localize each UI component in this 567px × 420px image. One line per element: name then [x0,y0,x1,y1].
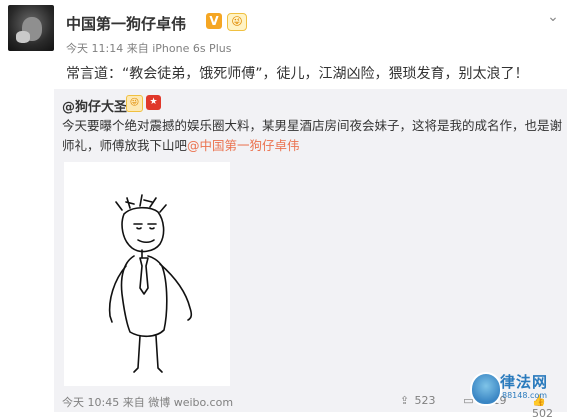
watermark-name: 律法网 [500,373,549,391]
avatar[interactable] [8,5,54,51]
watermark-domain: 88148.com [502,391,548,400]
repost-source-prefix: 来自 [122,396,145,409]
chevron-down-icon[interactable]: ⌄ [546,10,560,24]
forward-button[interactable]: ⇪ 523 [398,394,436,407]
site-watermark: 律法网 88148.com [470,368,565,408]
mention-link[interactable]: @中国第一狗仔卓伟 [187,138,300,153]
stick-figure-drawing [108,194,193,373]
repost-source: 微博 weibo.com [148,396,234,409]
post-username[interactable]: 中国第一狗仔卓伟 [66,13,186,34]
repost-text-main: 今天要曝个绝对震撼的娱乐圈大料，某男星酒店房间夜会妹子，这将是我的成名作，也是谢… [62,118,563,153]
post-source-prefix: 来自 [126,42,149,55]
forward-count: 523 [414,394,436,407]
red-badge-icon: ★ [146,95,161,110]
repost-username[interactable]: @狗仔大圣 [62,96,127,115]
repost-emoji-icon: 😜 [126,95,143,112]
post-meta: 今天 11:14 来自 iPhone 6s Plus [66,40,231,56]
repost-image[interactable] [64,162,230,386]
post-source: iPhone 6s Plus [152,42,232,55]
post-time[interactable]: 今天 11:14 [66,42,123,55]
repost-meta: 今天 10:45 来自 微博 weibo.com [62,394,233,410]
shield-logo-icon [470,372,502,406]
repost-text: 今天要曝个绝对震撼的娱乐圈大料，某男星酒店房间夜会妹子，这将是我的成名作，也是谢… [62,116,562,156]
like-count: 502 [532,407,553,420]
post-content: 常言道：“教会徒弟，饿死师傅”，徒儿，江湖凶险，猥琐发育，别太浪了！ [66,66,529,82]
emoji-badge-icon: 😜 [227,13,247,31]
weibo-post: 中国第一狗仔卓伟 V 😜 ⌄ 今天 11:14 来自 iPhone 6s Plu… [0,0,567,420]
share-icon: ⇪ [399,394,410,407]
avatar-hand [16,31,30,43]
repost-box: @狗仔大圣 😜 ★ 今天要曝个绝对震撼的娱乐圈大料，某男星酒店房间夜会妹子，这将… [54,89,567,420]
repost-time[interactable]: 今天 10:45 [62,396,119,409]
verified-badge-icon: V [206,13,222,29]
